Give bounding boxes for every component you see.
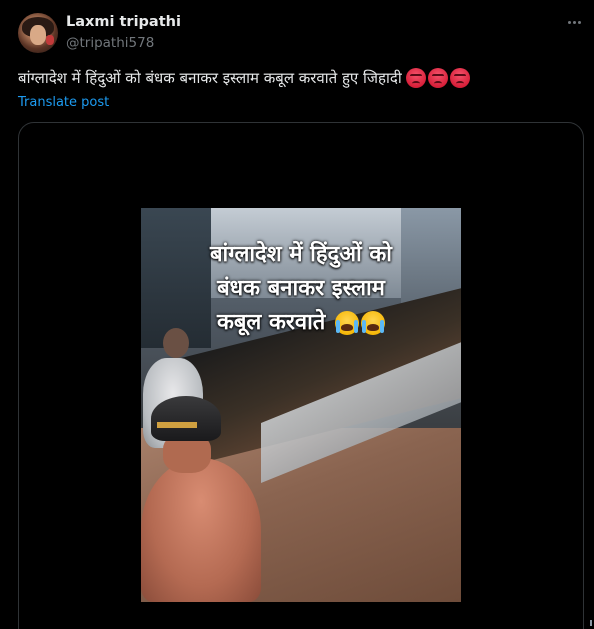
overlay-line-1: बांग्लादेश में हिंदुओं को [210,242,392,267]
avatar-accent [46,35,54,45]
overlay-line-3: कबूल करवाते [216,310,326,335]
angry-face-icon [427,68,448,88]
post-emojis [405,68,470,88]
more-dot-icon [567,20,571,24]
translate-post-link[interactable]: Translate post [18,95,109,110]
more-dot-icon [577,20,581,24]
author-handle[interactable]: @tripathi578 [66,35,154,51]
video-person-cap [151,396,221,441]
author-name[interactable]: Laxmi tripathi [66,14,181,30]
avatar[interactable] [18,13,58,53]
cap-logo [157,422,197,428]
angry-face-icon [405,68,426,88]
media-card[interactable]: बांग्लादेश में हिंदुओं को बंधक बनाकर इस्… [18,122,584,629]
overlay-line-2: बंधक बनाकर इस्लाम [217,276,385,301]
post-body: बांग्लादेश में हिंदुओं को बंधक बनाकर इस्… [18,69,402,87]
more-options-button[interactable] [562,12,586,32]
post: Laxmi tripathi @tripathi578 बांग्लादेश म… [0,0,594,629]
crying-face-icon [335,311,360,335]
video-thumbnail[interactable]: बांग्लादेश में हिंदुओं को बंधक बनाकर इस्… [141,208,461,602]
video-overlay-caption: बांग्लादेश में हिंदुओं को बंधक बनाकर इस्… [141,238,461,340]
avatar-face [30,25,46,45]
overlay-line-3-wrap: कबूल करवाते [141,306,461,340]
more-dot-icon [572,20,576,24]
video-person-foreground [141,458,261,602]
crying-face-icon [361,311,386,335]
angry-face-icon [449,68,470,88]
post-text: बांग्लादेश में हिंदुओं को बंधक बनाकर इस्… [18,67,578,89]
scrollbar-indicator[interactable] [590,620,592,626]
